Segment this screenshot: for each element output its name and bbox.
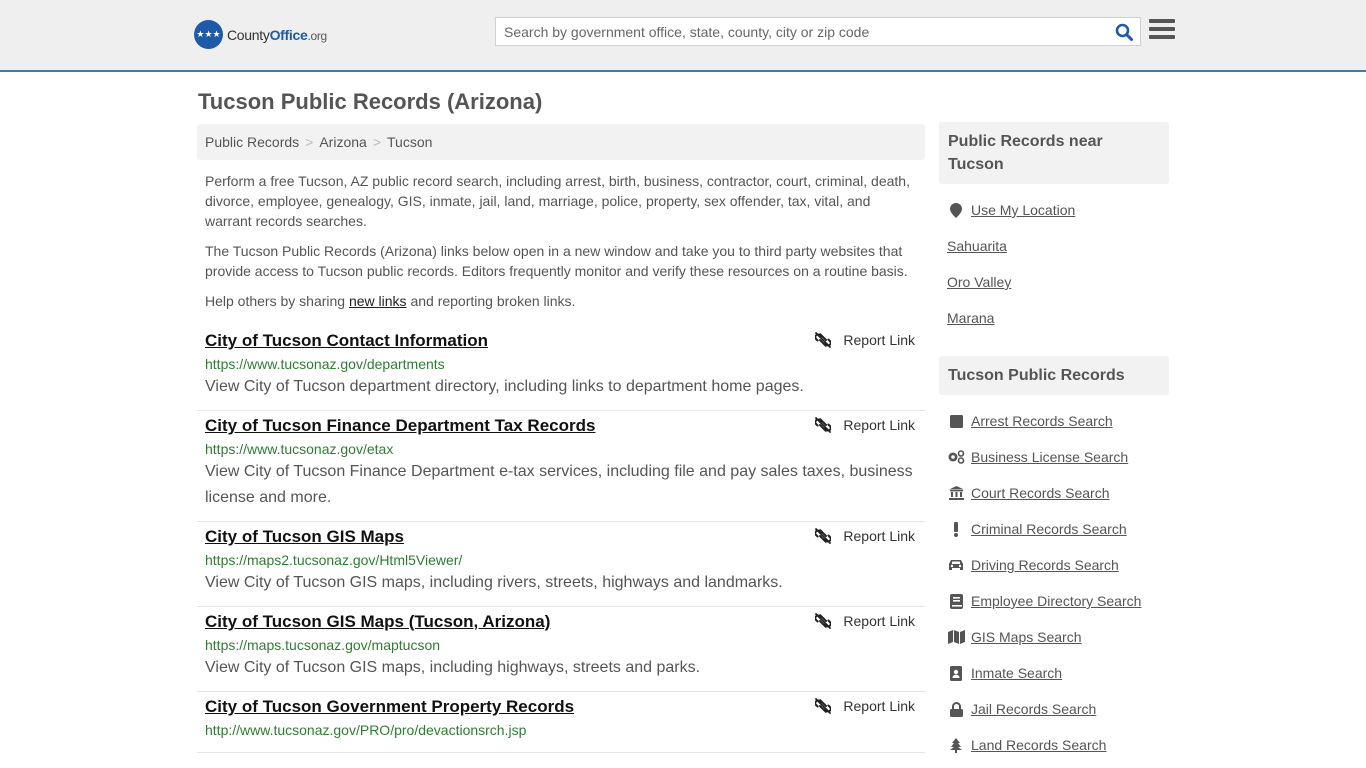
record-item: City of Tucson GIS Maps Report Link https:… — [197, 522, 925, 607]
sidebar-record-item: Inmate Search — [947, 655, 1172, 691]
record-item: City of Tucson Finance Department Tax Re… — [197, 411, 925, 522]
breadcrumb-tucson[interactable]: Tucson — [387, 134, 432, 150]
sidebar-record-item: Criminal Records Search — [947, 511, 1172, 547]
nearby-link-oro-valley[interactable]: Oro Valley — [947, 274, 1011, 290]
search-icon — [1115, 23, 1133, 41]
report-link-button[interactable]: Report Link — [815, 332, 915, 348]
report-link-button[interactable]: Report Link — [815, 417, 915, 433]
nearby-heading: Public Records near Tucson — [939, 122, 1169, 184]
records-list: City of Tucson Contact Information Report… — [197, 326, 925, 753]
sidebar-record-item: GIS Maps Search — [947, 619, 1172, 655]
record-title-link[interactable]: City of Tucson Contact Information — [205, 330, 488, 352]
intro-paragraph: Perform a free Tucson, AZ public record … — [205, 173, 910, 229]
site-header: ★★★ CountyOffice.org — [0, 0, 1366, 72]
report-link-button[interactable]: Report Link — [815, 613, 915, 629]
record-url: http://www.tucsonaz.gov/PRO/pro/devactio… — [205, 722, 527, 738]
logo-text: CountyOffice.org — [227, 26, 327, 43]
nearby-link-sahuarita[interactable]: Sahuarita — [947, 238, 1007, 254]
sidebar-record-link[interactable]: Land Records Search — [971, 737, 1106, 753]
intro-paragraph: The Tucson Public Records (Arizona) link… — [205, 243, 908, 279]
intro-share: Help others by sharing new links and rep… — [205, 293, 576, 309]
record-url: https://maps.tucsonaz.gov/maptucson — [205, 637, 441, 653]
menu-button[interactable] — [1149, 19, 1175, 43]
sidebar-record-link[interactable]: Arrest Records Search — [971, 413, 1113, 429]
page-title: Tucson Public Records (Arizona) — [198, 89, 543, 114]
use-location-item: Use My Location — [947, 192, 1172, 228]
report-link-label: Report Link — [843, 698, 915, 714]
report-link-button[interactable]: Report Link — [815, 528, 915, 544]
sidebar-record-link[interactable]: Court Records Search — [971, 485, 1110, 501]
record-url: https://www.tucsonaz.gov/etax — [205, 441, 394, 457]
record-url: https://www.tucsonaz.gov/departments — [205, 356, 445, 372]
report-link-button[interactable]: Report Link — [815, 698, 915, 714]
record-title-link[interactable]: City of Tucson GIS Maps — [205, 526, 404, 548]
record-item: City of Tucson Contact Information Report… — [197, 326, 925, 411]
records-heading: Tucson Public Records — [939, 356, 1169, 395]
breadcrumb: Public Records > Arizona > Tucson — [197, 124, 925, 160]
record-description: View City of Tucson Finance Department e… — [205, 463, 913, 506]
sidebar-record-link[interactable]: GIS Maps Search — [971, 629, 1082, 645]
map-icon — [947, 630, 965, 644]
record-description: View City of Tucson GIS maps, including … — [205, 659, 701, 676]
id-badge-icon — [947, 665, 965, 681]
tree-icon — [947, 737, 965, 753]
sidebar-record-link[interactable]: Employee Directory Search — [971, 593, 1141, 609]
record-title-link[interactable]: City of Tucson Finance Department Tax Re… — [205, 415, 595, 437]
map-marker-icon — [947, 202, 965, 218]
book-icon — [947, 593, 965, 609]
logo-eagle-icon: ★★★ — [194, 20, 223, 49]
unlink-icon — [815, 613, 832, 629]
search-bar — [495, 17, 1141, 46]
sidebar-record-item: Jail Records Search — [947, 691, 1172, 727]
square-icon — [947, 414, 965, 428]
record-item: City of Tucson Government Property Recor… — [197, 692, 925, 753]
record-item: City of Tucson GIS Maps (Tucson, Arizona… — [197, 607, 925, 692]
sidebar-record-link[interactable]: Jail Records Search — [971, 701, 1096, 717]
logo[interactable]: ★★★ CountyOffice.org — [194, 20, 327, 49]
report-link-label: Report Link — [843, 332, 915, 348]
nearby-list: Use My Location Sahuarita Oro Valley Mar… — [947, 192, 1172, 336]
nearby-link-marana[interactable]: Marana — [947, 310, 994, 326]
sidebar-record-item: Land Records Search — [947, 727, 1172, 763]
report-link-label: Report Link — [843, 417, 915, 433]
unlink-icon — [815, 417, 832, 433]
sidebar-record-link[interactable]: Business License Search — [971, 449, 1128, 465]
sidebar-record-link[interactable]: Criminal Records Search — [971, 521, 1127, 537]
breadcrumb-arizona[interactable]: Arizona — [319, 134, 366, 150]
use-my-location-link[interactable]: Use My Location — [971, 202, 1075, 218]
sidebar-record-item: Arrest Records Search — [947, 403, 1172, 439]
report-link-label: Report Link — [843, 613, 915, 629]
gears-icon — [947, 450, 965, 464]
search-button[interactable] — [1108, 18, 1140, 45]
lock-icon — [947, 701, 965, 717]
record-title-link[interactable]: City of Tucson GIS Maps (Tucson, Arizona… — [205, 611, 550, 633]
exclamation-icon — [947, 521, 965, 537]
unlink-icon — [815, 698, 832, 714]
courthouse-icon — [947, 486, 965, 500]
record-url: https://maps2.tucsonaz.gov/Html5Viewer/ — [205, 552, 463, 568]
record-description: View City of Tucson GIS maps, including … — [205, 574, 783, 591]
report-link-label: Report Link — [843, 528, 915, 544]
sidebar-record-item: Employee Directory Search — [947, 583, 1172, 619]
record-title-link[interactable]: City of Tucson Government Property Recor… — [205, 696, 574, 718]
unlink-icon — [815, 528, 832, 544]
intro: Perform a free Tucson, AZ public record … — [205, 171, 920, 321]
sidebar-record-link[interactable]: Driving Records Search — [971, 557, 1119, 573]
car-icon — [947, 559, 965, 571]
new-links-link[interactable]: new links — [349, 293, 407, 309]
records-links-list: Arrest Records Search Business License Se… — [947, 403, 1172, 763]
unlink-icon — [815, 332, 832, 348]
breadcrumb-public-records[interactable]: Public Records — [205, 134, 299, 150]
sidebar-record-item: Business License Search — [947, 439, 1172, 475]
sidebar-record-item: Driving Records Search — [947, 547, 1172, 583]
record-description: View City of Tucson department directory… — [205, 378, 804, 395]
sidebar-record-item: Court Records Search — [947, 475, 1172, 511]
search-input[interactable] — [496, 18, 1108, 45]
sidebar-record-link[interactable]: Inmate Search — [971, 665, 1062, 681]
